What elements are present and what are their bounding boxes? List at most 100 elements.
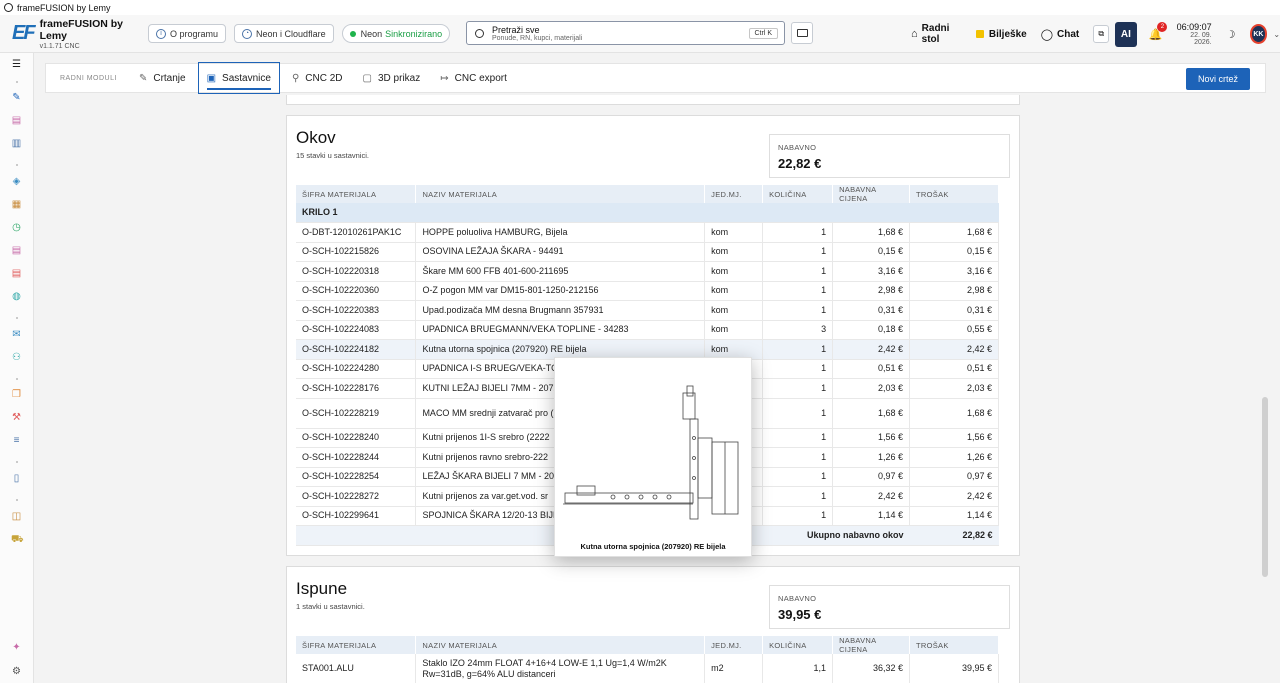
copy-icon: ⧉ (1098, 29, 1105, 38)
column-header[interactable]: TROŠAK (909, 185, 999, 203)
scrollbar-thumb[interactable] (1262, 397, 1268, 577)
chevron-down-icon[interactable]: ⌄ (1273, 30, 1280, 39)
tab-crtanje[interactable]: ✎ Crtanje (131, 63, 194, 93)
notes-button[interactable]: Bilješke (975, 29, 1027, 40)
tab-3d-prikaz[interactable]: ▢ 3D prikaz (355, 63, 429, 93)
document-icon[interactable]: ▤ (11, 115, 22, 126)
tab-label: 3D prikaz (377, 72, 421, 84)
neon-cloudflare-button[interactable]: ◔ Neon i Cloudflare (234, 24, 334, 43)
column-header[interactable]: KOLIČINA (762, 636, 834, 654)
table-row[interactable]: O-SCH-102220318 Škare MM 600 FFB 401-600-… (296, 261, 999, 282)
global-search[interactable]: Pretraži sve Ponude, RN, kupci, materija… (466, 21, 785, 45)
purchase-label: NABAVNO (778, 143, 817, 152)
sliders-icon[interactable]: ≡ (11, 435, 22, 446)
new-drawing-button[interactable]: Novi crtež (1186, 68, 1250, 90)
table-cell: 39,95 € (909, 654, 999, 683)
cart-icon[interactable]: ⛟ (11, 534, 24, 545)
table-cell: 1 (762, 300, 834, 321)
group-row: KRILO 1 (296, 203, 999, 223)
sidebar-separator (16, 461, 18, 463)
column-header[interactable]: NAZIV MATERIJALA (415, 636, 706, 654)
layers-icon[interactable]: ❐ (11, 389, 22, 400)
chat-bubble-icon: ◯ (1040, 28, 1054, 41)
menu-icon[interactable]: ☰ (11, 59, 22, 70)
section-subtitle: 1 stavki u sastavnici. (296, 602, 365, 611)
scrollbar[interactable] (1262, 97, 1268, 683)
ai-button[interactable]: AI (1115, 21, 1137, 47)
tools-icon[interactable]: ⚒ (11, 412, 22, 423)
column-header[interactable]: ŠIFRA MATERIJALA (296, 185, 417, 203)
table-cell: HOPPE poluoliva HAMBURG, Bijela (415, 222, 706, 243)
table-row[interactable]: O-SCH-102220383 Upad.podizača MM desna Br… (296, 300, 999, 321)
theme-toggle[interactable]: ☽ (1226, 28, 1240, 41)
table-row[interactable]: O-SCH-102224083 UPADNICA BRUEGMANN/VEKA T… (296, 320, 999, 340)
globe-icon[interactable]: ◍ (11, 291, 22, 302)
users-icon[interactable]: ⚇ (11, 352, 22, 363)
drawing-icon[interactable]: ✎ (11, 92, 22, 103)
table-cell: 3,16 € (832, 261, 911, 282)
tab-cnc-export[interactable]: ↦ CNC export (432, 63, 515, 93)
table-cell: 1 (762, 428, 834, 448)
chat-button[interactable]: ◯ Chat (1041, 28, 1080, 41)
table-cell: 1,68 € (832, 222, 911, 243)
table-row[interactable]: O-DBT-12010261PAK1C HOPPE poluoliva HAMBU… (296, 222, 999, 243)
table-cell: O-SCH-102224280 (296, 359, 417, 379)
table-cell: 2,42 € (909, 486, 999, 507)
monitor-icon (796, 29, 808, 37)
file-icon[interactable]: ▥ (11, 138, 22, 149)
desktop-button[interactable]: ⌂ Radni stol (911, 23, 962, 45)
table-cell: kom (704, 242, 764, 262)
column-header[interactable]: KOLIČINA (762, 185, 834, 203)
column-header[interactable]: NABAVNA CIJENA (832, 185, 911, 203)
box-icon[interactable]: ◫ (11, 511, 22, 522)
column-header[interactable]: JED.MJ. (704, 185, 764, 203)
section-title: Okov (296, 128, 336, 147)
brand-version: v1.1.71 CNC (39, 42, 80, 50)
table-row[interactable]: O-SCH-102220360 O-Z pogon MM var DM15-801… (296, 281, 999, 301)
avatar[interactable]: KK (1249, 24, 1268, 44)
table-row[interactable]: STA001.ALU Staklo IZO 24mm FLOAT 4+16+4 L… (296, 654, 999, 683)
popup-caption: Kutna utorna spojnica (207920) RE bijela (580, 542, 726, 551)
clock-icon[interactable]: ◷ (11, 222, 22, 233)
modules-toolbar: RADNI MODULI ✎ Crtanje ▣ Sastavnice ⚲ CNC 2… (45, 62, 1266, 94)
neon-cloudflare-label: Neon i Cloudflare (256, 28, 326, 39)
copy-button[interactable]: ⧉ (1093, 25, 1110, 43)
table-cell: 2,03 € (832, 378, 911, 399)
column-header[interactable]: ŠIFRA MATERIJALA (296, 636, 417, 654)
table-cell: 1,68 € (909, 222, 999, 243)
column-header[interactable]: TROŠAK (909, 636, 999, 654)
tab-sastavnice[interactable]: ▣ Sastavnice (197, 62, 280, 94)
table-cell: 1,26 € (909, 447, 999, 468)
column-header[interactable]: NAZIV MATERIJALA (415, 185, 706, 203)
table-cell: kom (704, 222, 764, 243)
table-cell: 1 (762, 281, 834, 301)
purchase-total-box: NABAVNO 39,95 € (769, 585, 1010, 629)
neon-sync-status[interactable]: Neon Sinkronizirano (341, 24, 451, 43)
sparkle-icon[interactable]: ✦ (11, 642, 22, 653)
notifications-button[interactable]: 🔔 2 (1149, 21, 1168, 41)
table-cell: 1 (762, 398, 834, 429)
table-cell: 0,31 € (909, 300, 999, 321)
invoice-icon[interactable]: ▤ (11, 245, 22, 256)
monitor-button[interactable] (791, 22, 813, 44)
material-preview-popup: Kutna utorna spojnica (207920) RE bijela (554, 357, 752, 557)
about-button[interactable]: i O programu (148, 24, 227, 43)
gauge-icon: ◔ (242, 28, 253, 39)
table-row[interactable]: O-SCH-102215826 OSOVINA LEŽAJA ŠKARA - 94… (296, 242, 999, 262)
table-cell: kom (704, 261, 764, 282)
book-icon[interactable]: ▯ (11, 473, 22, 484)
table-cell: O-SCH-102228254 (296, 467, 417, 487)
column-header[interactable]: JED.MJ. (704, 636, 764, 654)
calendar-icon[interactable]: ▦ (11, 199, 22, 210)
table-cell: O-SCH-102228176 (296, 378, 417, 399)
column-header[interactable]: NABAVNA CIJENA (832, 636, 911, 654)
mail-icon[interactable]: ✉ (11, 329, 22, 340)
table-cell: 36,32 € (832, 654, 911, 683)
report-icon[interactable]: ▤ (11, 268, 22, 279)
brand[interactable]: EF frameFUSION by Lemy v1.1.71 CNC (12, 18, 148, 50)
tab-cnc-2d[interactable]: ⚲ CNC 2D (284, 63, 351, 93)
cube-icon[interactable]: ◈ (11, 176, 22, 187)
sidebar-separator (16, 81, 18, 83)
table-cell: 2,42 € (909, 339, 999, 360)
gear-icon[interactable]: ⚙ (11, 666, 22, 677)
